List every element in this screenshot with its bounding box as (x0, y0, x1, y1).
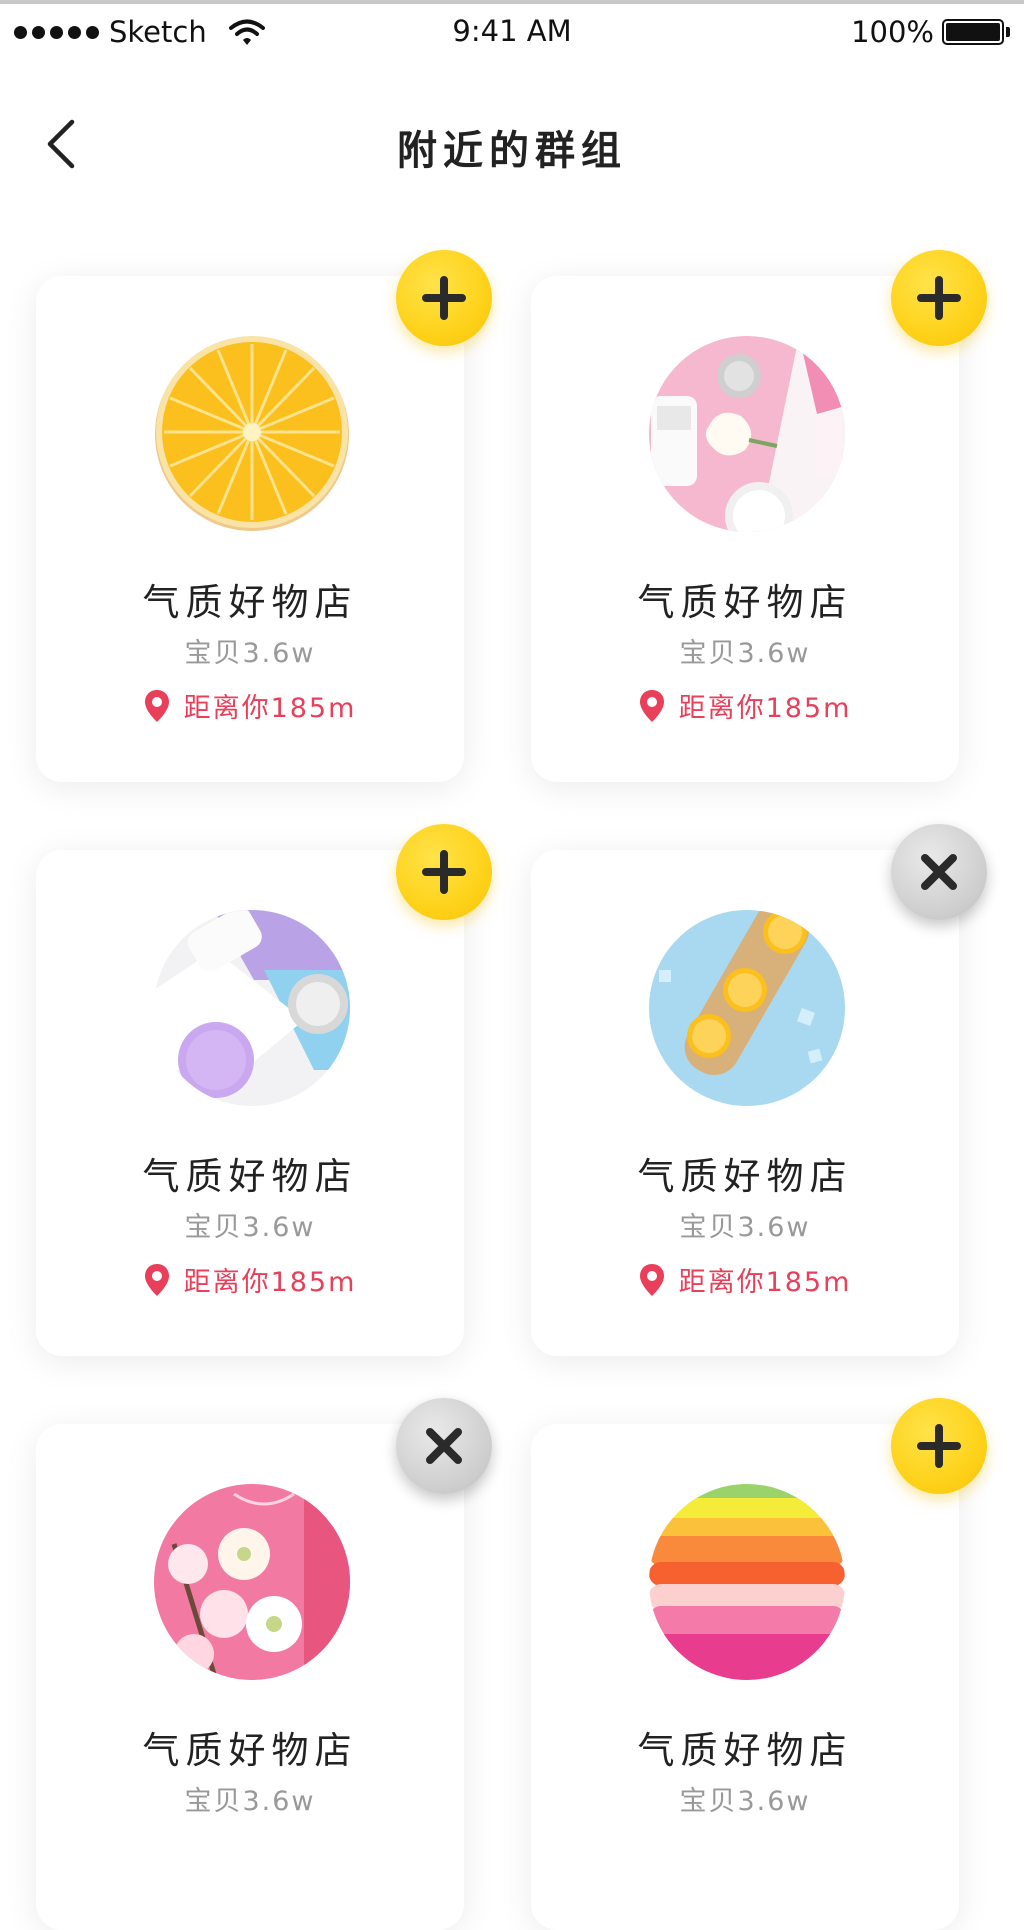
group-card[interactable]: 气质好物店 宝贝3.6w (36, 1424, 464, 1930)
plus-icon (917, 1424, 961, 1468)
location-pin-icon (144, 689, 169, 722)
group-distance: 距离你185m (531, 1260, 959, 1299)
group-distance: 距离你185m (36, 1260, 464, 1299)
close-icon (921, 854, 957, 890)
close-icon (426, 1428, 462, 1464)
nav-bar: 附近的群组 (0, 100, 1024, 188)
distance-text: 距离你185m (183, 1267, 357, 1298)
group-item-count: 宝贝3.6w (184, 1212, 316, 1243)
group-avatar-purple-cosmetics (154, 910, 350, 1106)
battery-cap (1006, 27, 1010, 37)
group-name: 气质好物店 (637, 1729, 853, 1772)
join-group-button[interactable] (396, 250, 492, 346)
join-group-button[interactable] (891, 1398, 987, 1494)
group-name: 气质好物店 (637, 581, 853, 624)
plus-icon (422, 276, 466, 320)
group-card[interactable]: 气质好物店 宝贝3.6w (531, 1424, 959, 1930)
group-name: 气质好物店 (142, 1155, 358, 1198)
status-right: 100% (851, 14, 1010, 50)
group-avatar-colorful-fabric (649, 1484, 845, 1680)
plus-icon (422, 850, 466, 894)
distance-text: 距离你185m (183, 693, 357, 724)
join-group-button[interactable] (891, 250, 987, 346)
join-group-button[interactable] (396, 824, 492, 920)
battery-icon (942, 19, 1004, 45)
group-card[interactable]: 气质好物店 宝贝3.6w 距离你185m (531, 850, 959, 1356)
leave-group-button[interactable] (396, 1398, 492, 1494)
group-distance: 距离你185m (36, 686, 464, 725)
group-item-count: 宝贝3.6w (679, 1212, 811, 1243)
plus-icon (917, 276, 961, 320)
group-avatar-orange-slice (154, 336, 350, 532)
group-name: 气质好物店 (142, 581, 358, 624)
status-bar: Sketch 9:41 AM 100% (0, 4, 1024, 60)
group-item-count: 宝贝3.6w (679, 638, 811, 669)
leave-group-button[interactable] (891, 824, 987, 920)
distance-text: 距离你185m (678, 1267, 852, 1298)
group-card[interactable]: 气质好物店 宝贝3.6w 距离你185m (531, 276, 959, 782)
location-pin-icon (639, 689, 664, 722)
group-avatar-blossom-pink (154, 1484, 350, 1680)
group-item-count: 宝贝3.6w (679, 1786, 811, 1817)
group-card[interactable]: 气质好物店 宝贝3.6w 距离你185m (36, 850, 464, 1356)
page-title: 附近的群组 (397, 128, 627, 174)
location-pin-icon (639, 1263, 664, 1296)
group-avatar-orange-board (649, 910, 845, 1106)
battery-percent: 100% (851, 15, 934, 49)
group-distance: 距离你185m (531, 686, 959, 725)
group-item-count: 宝贝3.6w (184, 638, 316, 669)
location-pin-icon (144, 1263, 169, 1296)
distance-text: 距离你185m (678, 693, 852, 724)
group-name: 气质好物店 (637, 1155, 853, 1198)
group-name: 气质好物店 (142, 1729, 358, 1772)
group-avatar-pink-cosmetics (649, 336, 845, 532)
group-card[interactable]: 气质好物店 宝贝3.6w 距离你185m (36, 276, 464, 782)
group-item-count: 宝贝3.6w (184, 1786, 316, 1817)
